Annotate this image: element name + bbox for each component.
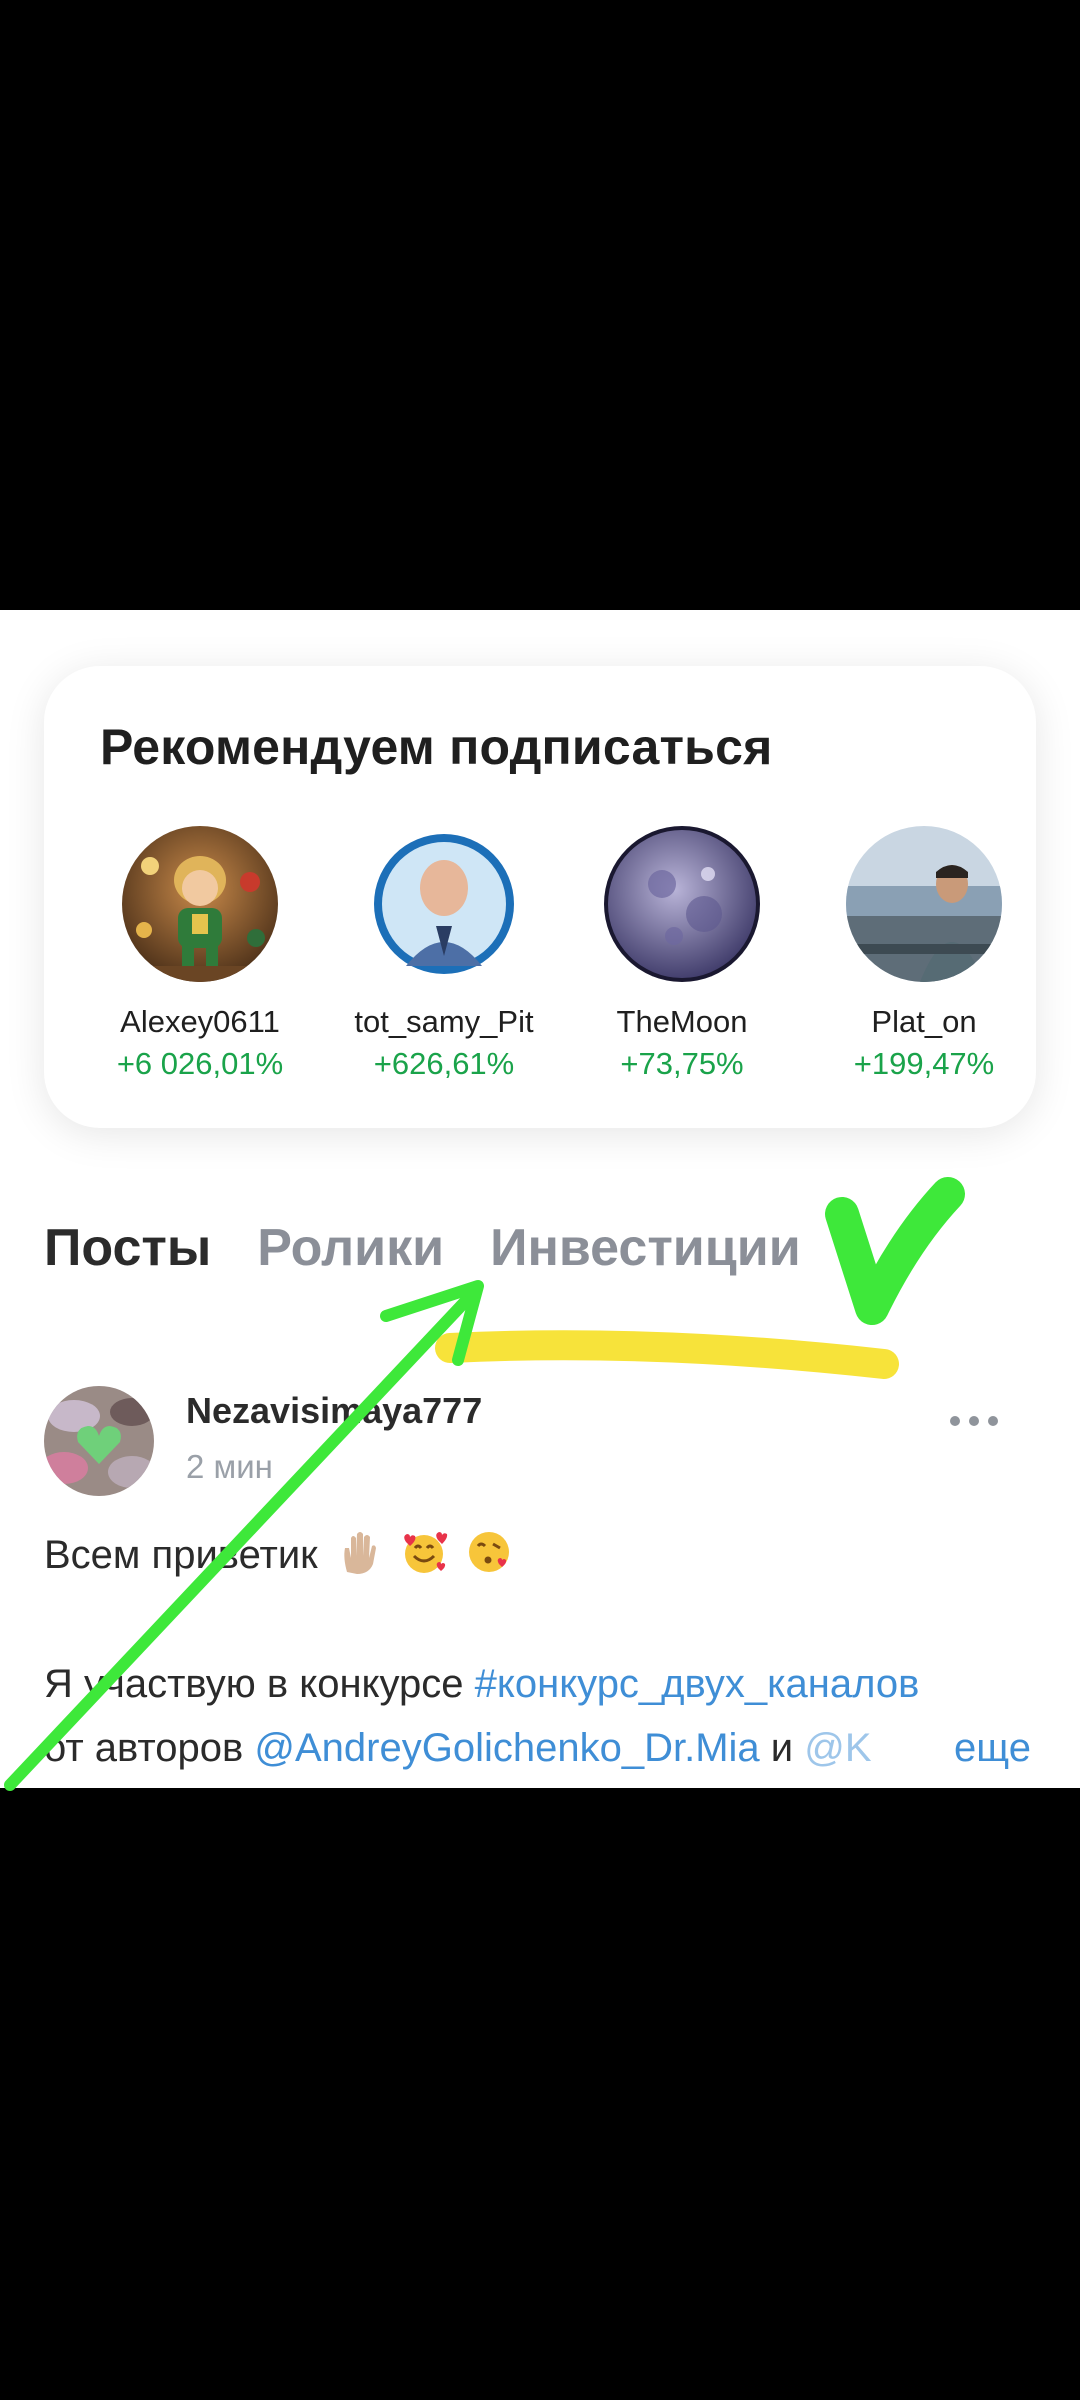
mention-link-2[interactable]: @K: [804, 1726, 871, 1770]
avatar: [604, 826, 760, 982]
tab-posts[interactable]: Посты: [44, 1218, 211, 1298]
post-text-line-3: от авторов @AndreyGolichenko_Dr.Mia и @K: [44, 1726, 872, 1771]
tab-videos[interactable]: Ролики: [257, 1218, 444, 1298]
recommended-user-name: tot_samy_Pit: [354, 1004, 534, 1039]
more-dot-icon: [988, 1416, 998, 1426]
recommended-authors-card: Рекомендуем подписаться Alexey0611 +6 02…: [44, 666, 1036, 1128]
smiling-face-with-hearts-emoji-icon: [404, 1532, 448, 1573]
post-timestamp: 2 мин: [186, 1448, 273, 1485]
recommended-user-gain: +6 026,01%: [116, 1046, 284, 1081]
avatar: [122, 826, 278, 982]
post-text-line-1: Всем приветик: [44, 1528, 513, 1578]
recommended-user-plat-on[interactable]: Plat_on +199,47%: [824, 826, 1024, 1082]
recommended-user-name: Plat_on: [871, 1004, 977, 1039]
recommended-user-gain: +199,47%: [853, 1046, 995, 1081]
post-text-line-2: Я участвую в конкурсе #конкурс_двух_кана…: [44, 1662, 919, 1707]
recommended-user-name: TheMoon: [616, 1004, 748, 1039]
recommended-user-tot-samy-pit[interactable]: tot_samy_Pit +626,61%: [344, 826, 544, 1082]
recommended-user-gain: +73,75%: [620, 1046, 744, 1081]
hashtag-link[interactable]: #конкурс_двух_каналов: [475, 1662, 920, 1706]
recommended-title: Рекомендуем подписаться: [100, 719, 773, 775]
more-dot-icon: [950, 1416, 960, 1426]
post-greeting: Всем приветик: [44, 1533, 318, 1577]
tab-investments[interactable]: Инвестиции: [490, 1218, 801, 1298]
post-more-button[interactable]: [950, 1416, 998, 1426]
post-text-fragment: от авторов: [44, 1726, 255, 1770]
app-screen: Рекомендуем подписаться Alexey0611 +6 02…: [0, 610, 1080, 1788]
raised-hand-emoji-icon: [344, 1532, 376, 1574]
show-more-link[interactable]: еще: [954, 1726, 1031, 1771]
post-text-fragment: Я участвую в конкурсе: [44, 1662, 475, 1706]
post-text-fragment: и: [759, 1726, 805, 1770]
avatar: [366, 826, 522, 982]
avatar: [846, 826, 1002, 982]
recommended-user-themoon[interactable]: TheMoon +73,75%: [582, 826, 782, 1082]
profile-tabs: Посты Ролики Инвестиции: [44, 1218, 801, 1298]
more-dot-icon: [969, 1416, 979, 1426]
post-author-avatar[interactable]: [44, 1386, 154, 1496]
recommended-user-name: Alexey0611: [120, 1004, 280, 1039]
recommended-user-gain: +626,61%: [373, 1046, 515, 1081]
face-blowing-kiss-emoji-icon: [469, 1532, 510, 1572]
recommended-user-alexey[interactable]: Alexey0611 +6 026,01%: [100, 826, 300, 1082]
post-author-name[interactable]: Nezavisimaya777: [186, 1390, 482, 1432]
mention-link-1[interactable]: @AndreyGolichenko_Dr.Mia: [254, 1726, 759, 1770]
